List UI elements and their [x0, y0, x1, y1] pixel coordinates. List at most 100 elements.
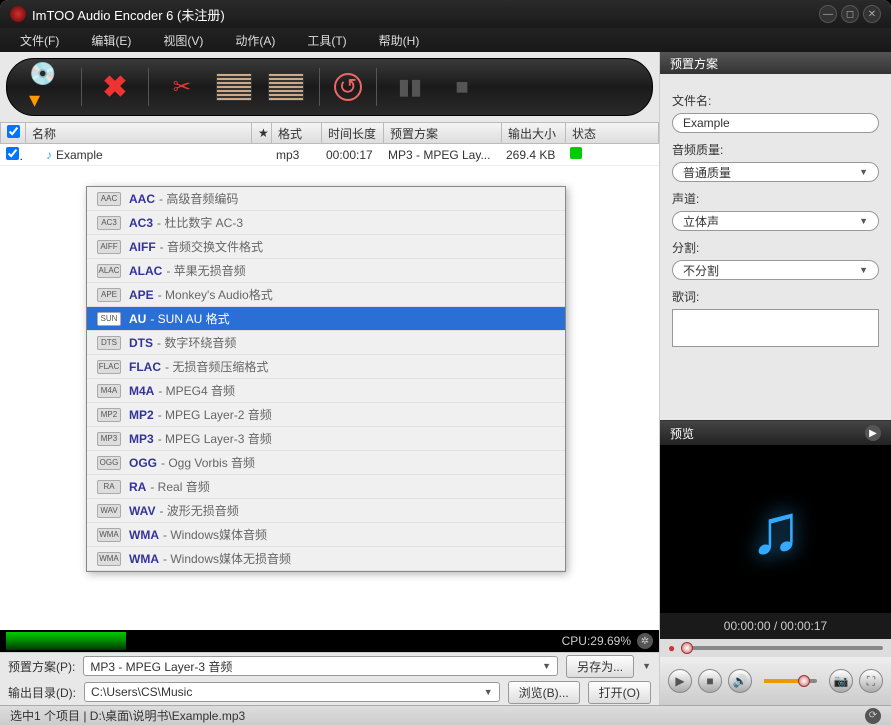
cpu-label: CPU:29.69%: [562, 634, 631, 648]
format-badge-icon: OGG: [97, 456, 121, 470]
format-badge-icon: RA: [97, 480, 121, 494]
undo-button[interactable]: ↺: [334, 73, 362, 101]
stop-playback-button[interactable]: ■: [698, 669, 722, 693]
outdir-label: 输出目录(D):: [8, 684, 76, 701]
main-panel: 💿▾ ✖ ✂ ↺ ▮▮ ■ 名称 ★ 格式: [0, 52, 659, 705]
format-option[interactable]: M4AM4A - MPEG4 音频: [87, 379, 565, 403]
row-checkbox[interactable]: [6, 147, 19, 160]
stop-button[interactable]: ■: [443, 68, 481, 106]
pause-button[interactable]: ▮▮: [391, 68, 429, 106]
format-badge-icon: WAV: [97, 504, 121, 518]
split-dropdown[interactable]: 不分割▼: [672, 260, 879, 280]
menubar: 文件(F)编辑(E)视图(V)动作(A)工具(T)帮助(H): [0, 28, 891, 52]
browse-button[interactable]: 浏览(B)...: [508, 681, 580, 704]
waveform-icon: [6, 632, 126, 650]
menu-item[interactable]: 工具(T): [291, 28, 362, 53]
format-badge-icon: M4A: [97, 384, 121, 398]
app-icon: [10, 6, 26, 22]
split-label: 分割:: [672, 239, 879, 256]
menu-item[interactable]: 帮助(H): [363, 28, 436, 53]
preview-time: 00:00:00 / 00:00:17: [660, 613, 891, 639]
select-all-checkbox[interactable]: [7, 125, 20, 138]
sidebar: 预置方案 文件名: Example 音频质量: 普通质量▼ 声道: 立体声▼ 分…: [659, 52, 891, 705]
format-option[interactable]: AACAAC - 高级音频编码: [87, 187, 565, 211]
format-option[interactable]: RARA - Real 音频: [87, 475, 565, 499]
format-badge-icon: WMA: [97, 528, 121, 542]
snapshot-button[interactable]: 📷: [829, 669, 853, 693]
col-name[interactable]: 名称: [25, 123, 251, 143]
fullscreen-button[interactable]: ⛶: [859, 669, 883, 693]
seek-slider[interactable]: ●: [660, 639, 891, 657]
format-option[interactable]: WMAWMA - Windows媒体无损音频: [87, 547, 565, 571]
format-option[interactable]: OGGOGG - Ogg Vorbis 音频: [87, 451, 565, 475]
format-badge-icon: MP2: [97, 408, 121, 422]
maximize-button[interactable]: ◻: [841, 5, 859, 23]
clip-button[interactable]: [267, 68, 305, 106]
music-icon: ♪: [46, 148, 52, 162]
lyrics-textarea[interactable]: [672, 309, 879, 347]
settings-icon[interactable]: ✲: [637, 633, 653, 649]
status-text: 选中1 个项目 | D:\桌面\说明书\Example.mp3: [10, 707, 245, 724]
format-badge-icon: WMA: [97, 552, 121, 566]
format-option[interactable]: WMAWMA - Windows媒体音频: [87, 523, 565, 547]
menu-item[interactable]: 文件(F): [4, 28, 75, 53]
col-outsize[interactable]: 输出大小: [501, 123, 565, 143]
format-option[interactable]: MP3MP3 - MPEG Layer-3 音频: [87, 427, 565, 451]
volume-slider[interactable]: [764, 679, 817, 683]
quality-dropdown[interactable]: 普通质量▼: [672, 162, 879, 182]
window-title: ImTOO Audio Encoder 6 (未注册): [32, 5, 815, 24]
col-star[interactable]: ★: [251, 123, 271, 143]
format-option[interactable]: SUNAU - SUN AU 格式: [87, 307, 565, 331]
col-preset[interactable]: 预置方案: [383, 123, 501, 143]
format-badge-icon: SUN: [97, 312, 121, 326]
col-duration[interactable]: 时间长度: [321, 123, 383, 143]
grid-header: 名称 ★ 格式 时间长度 预置方案 输出大小 状态: [0, 122, 659, 144]
play-button[interactable]: ▶: [668, 669, 692, 693]
preview-expand-icon[interactable]: ▶: [865, 425, 881, 441]
status-badge: [570, 147, 582, 159]
convert-button[interactable]: 💿▾: [29, 68, 67, 106]
cut-button[interactable]: ✂: [163, 68, 201, 106]
format-badge-icon: FLAC: [97, 360, 121, 374]
bottom-controls: 预置方案(P): MP3 - MPEG Layer-3 音频▼ 另存为... ▼…: [0, 652, 659, 705]
outdir-field[interactable]: C:\Users\CS\Music▼: [84, 682, 500, 702]
preset-label: 预置方案(P):: [8, 658, 75, 675]
format-option[interactable]: AC3AC3 - 杜比数字 AC-3: [87, 211, 565, 235]
remove-button[interactable]: ✖: [96, 68, 134, 106]
close-button[interactable]: ✕: [863, 5, 881, 23]
format-option[interactable]: MP2MP2 - MPEG Layer-2 音频: [87, 403, 565, 427]
preview-title: 预览: [670, 425, 694, 442]
format-option[interactable]: DTSDTS - 数字环绕音频: [87, 331, 565, 355]
quality-label: 音频质量:: [672, 141, 879, 158]
table-row[interactable]: ♪Example mp3 00:00:17 MP3 - MPEG Lay... …: [0, 144, 659, 166]
menu-item[interactable]: 编辑(E): [75, 28, 147, 53]
grid-body: ♪Example mp3 00:00:17 MP3 - MPEG Lay... …: [0, 144, 659, 630]
format-option[interactable]: FLACFLAC - 无损音频压缩格式: [87, 355, 565, 379]
open-button[interactable]: 打开(O): [588, 681, 651, 704]
format-dropdown-list: AACAAC - 高级音频编码AC3AC3 - 杜比数字 AC-3AIFFAIF…: [86, 186, 566, 572]
format-badge-icon: MP3: [97, 432, 121, 446]
channel-dropdown[interactable]: 立体声▼: [672, 211, 879, 231]
col-format[interactable]: 格式: [271, 123, 321, 143]
effects-button[interactable]: [215, 68, 253, 106]
minimize-button[interactable]: —: [819, 5, 837, 23]
channel-label: 声道:: [672, 190, 879, 207]
sidebar-header: 预置方案: [660, 52, 891, 74]
format-badge-icon: ALAC: [97, 264, 121, 278]
filename-label: 文件名:: [672, 92, 879, 109]
status-settings-icon[interactable]: ⟳: [865, 708, 881, 724]
volume-icon[interactable]: 🔊: [728, 669, 752, 693]
menu-item[interactable]: 动作(A): [219, 28, 291, 53]
toolbar: 💿▾ ✖ ✂ ↺ ▮▮ ■: [6, 58, 653, 116]
format-badge-icon: APE: [97, 288, 121, 302]
format-badge-icon: AAC: [97, 192, 121, 206]
filename-field[interactable]: Example: [672, 113, 879, 133]
format-option[interactable]: AIFFAIFF - 音频交换文件格式: [87, 235, 565, 259]
format-option[interactable]: APEAPE - Monkey's Audio格式: [87, 283, 565, 307]
preset-dropdown[interactable]: MP3 - MPEG Layer-3 音频▼: [83, 656, 558, 676]
format-option[interactable]: ALACALAC - 苹果无损音频: [87, 259, 565, 283]
format-option[interactable]: WAVWAV - 波形无损音频: [87, 499, 565, 523]
menu-item[interactable]: 视图(V): [147, 28, 219, 53]
col-status[interactable]: 状态: [565, 123, 658, 143]
save-as-button[interactable]: 另存为...: [566, 655, 634, 678]
